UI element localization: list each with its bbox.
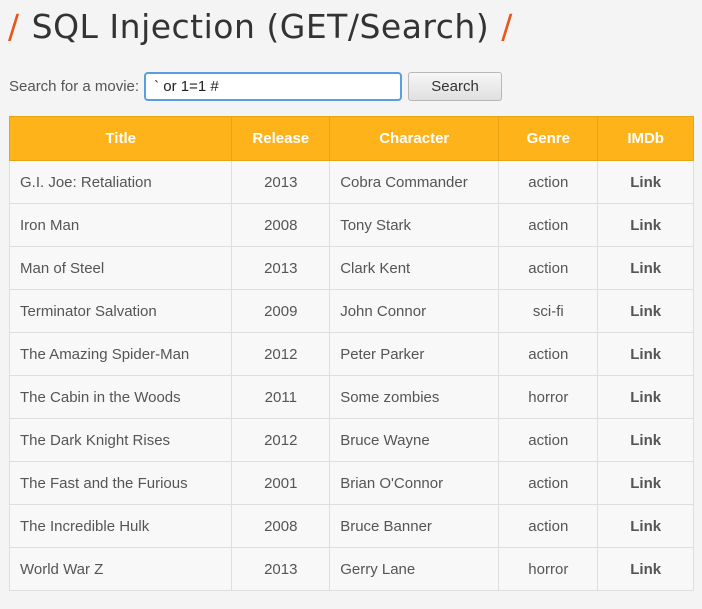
- table-row: The Cabin in the Woods 2011 Some zombies ho…: [8, 375, 694, 419]
- column-header-title: Title: [8, 116, 233, 161]
- search-label: Search for a movie:: [9, 78, 140, 95]
- cell-imdb: Link: [597, 375, 694, 419]
- cell-character: Some zombies: [329, 375, 500, 419]
- table-row: G.I. Joe: Retaliation 2013 Cobra Commander…: [8, 160, 694, 204]
- cell-character: Brian O'Connor: [329, 461, 500, 505]
- cell-character: Peter Parker: [329, 332, 500, 376]
- imdb-link[interactable]: Link: [630, 389, 661, 406]
- cell-imdb: Link: [597, 289, 694, 333]
- cell-genre: action: [498, 203, 599, 247]
- column-header-imdb: IMDb: [597, 116, 694, 161]
- table-row: Terminator Salvation 2009 John Connor sci-f…: [8, 289, 694, 333]
- cell-release: 2011: [231, 375, 331, 419]
- cell-imdb: Link: [597, 246, 694, 290]
- cell-release: 2009: [231, 289, 331, 333]
- title-slash-right: /: [501, 7, 513, 46]
- table-header-row: Title Release Character Genre IMDb: [8, 116, 694, 161]
- imdb-link[interactable]: Link: [630, 303, 661, 320]
- cell-imdb: Link: [597, 203, 694, 247]
- table-row: The Dark Knight Rises 2012 Bruce Wayne acti…: [8, 418, 694, 462]
- imdb-link[interactable]: Link: [630, 561, 661, 578]
- cell-release: 2013: [231, 160, 331, 204]
- column-header-genre: Genre: [498, 116, 599, 161]
- cell-genre: action: [498, 504, 599, 548]
- cell-genre: action: [498, 246, 599, 290]
- cell-title: The Cabin in the Woods: [8, 375, 233, 419]
- cell-genre: action: [498, 418, 599, 462]
- cell-title: World War Z: [8, 547, 233, 591]
- cell-genre: sci-fi: [498, 289, 599, 333]
- cell-release: 2012: [231, 332, 331, 376]
- imdb-link[interactable]: Link: [630, 432, 661, 449]
- column-header-character: Character: [329, 116, 500, 161]
- imdb-link[interactable]: Link: [630, 260, 661, 277]
- cell-release: 2008: [231, 203, 331, 247]
- imdb-link[interactable]: Link: [630, 475, 661, 492]
- imdb-link[interactable]: Link: [630, 174, 661, 191]
- column-header-release: Release: [231, 116, 331, 161]
- cell-genre: action: [498, 332, 599, 376]
- cell-title: The Amazing Spider-Man: [8, 332, 233, 376]
- table-row: The Amazing Spider-Man 2012 Peter Parker ac…: [8, 332, 694, 376]
- cell-genre: action: [498, 461, 599, 505]
- cell-title: G.I. Joe: Retaliation: [8, 160, 233, 204]
- table-row: The Incredible Hulk 2008 Bruce Banner actio…: [8, 504, 694, 548]
- cell-genre: action: [498, 160, 599, 204]
- search-button[interactable]: Search: [408, 72, 503, 101]
- cell-release: 2012: [231, 418, 331, 462]
- imdb-link[interactable]: Link: [630, 346, 661, 363]
- cell-release: 2013: [231, 547, 331, 591]
- cell-title: The Fast and the Furious: [8, 461, 233, 505]
- page-title-text: SQL Injection (GET/Search): [31, 7, 490, 46]
- cell-character: Clark Kent: [329, 246, 500, 290]
- cell-imdb: Link: [597, 418, 694, 462]
- imdb-link[interactable]: Link: [630, 217, 661, 234]
- imdb-link[interactable]: Link: [630, 518, 661, 535]
- cell-character: Gerry Lane: [329, 547, 500, 591]
- cell-genre: horror: [498, 547, 599, 591]
- search-form: Search for a movie: Search: [9, 70, 503, 103]
- cell-title: The Dark Knight Rises: [8, 418, 233, 462]
- cell-title: The Incredible Hulk: [8, 504, 233, 548]
- search-input[interactable]: [144, 72, 403, 101]
- cell-character: Cobra Commander: [329, 160, 500, 204]
- cell-character: Tony Stark: [329, 203, 500, 247]
- title-slash-left: /: [8, 7, 20, 46]
- cell-character: John Connor: [329, 289, 500, 333]
- table-row: World War Z 2013 Gerry Lane horror Link: [8, 547, 694, 591]
- cell-character: Bruce Banner: [329, 504, 500, 548]
- cell-title: Man of Steel: [8, 246, 233, 290]
- cell-imdb: Link: [597, 160, 694, 204]
- page-title: / SQL Injection (GET/Search) /: [8, 2, 513, 52]
- cell-release: 2008: [231, 504, 331, 548]
- cell-imdb: Link: [597, 461, 694, 505]
- cell-genre: horror: [498, 375, 599, 419]
- cell-imdb: Link: [597, 547, 694, 591]
- table-row: Man of Steel 2013 Clark Kent action Link: [8, 246, 694, 290]
- movies-table: Title Release Character Genre IMDb G.I. …: [8, 116, 694, 591]
- cell-release: 2001: [231, 461, 331, 505]
- table-row: Iron Man 2008 Tony Stark action Link: [8, 203, 694, 247]
- cell-imdb: Link: [597, 332, 694, 376]
- cell-release: 2013: [231, 246, 331, 290]
- table-body: G.I. Joe: Retaliation 2013 Cobra Commander…: [8, 160, 694, 591]
- cell-imdb: Link: [597, 504, 694, 548]
- cell-character: Bruce Wayne: [329, 418, 500, 462]
- table-row: The Fast and the Furious 2001 Brian O'Conn…: [8, 461, 694, 505]
- cell-title: Terminator Salvation: [8, 289, 233, 333]
- cell-title: Iron Man: [8, 203, 233, 247]
